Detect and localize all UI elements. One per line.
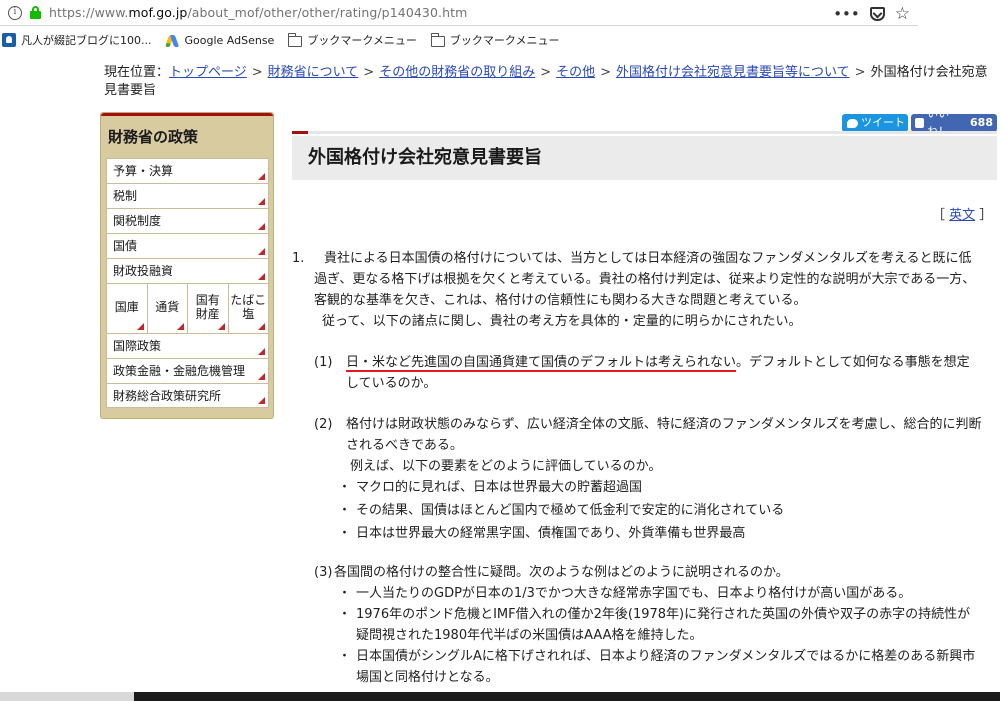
breadcrumb-top[interactable]: トップページ	[169, 65, 247, 80]
url-text[interactable]: https://www.mof.go.jp/about_mof/other/ot…	[49, 5, 467, 20]
arrow-icon	[177, 323, 184, 330]
sidebar-item-tax[interactable]: 税制	[106, 183, 269, 208]
list-item: ・ 1976年のポンド危機とIMF借入れの僅か2年後(1978年)に発行された英国…	[338, 607, 971, 643]
english-version: ［ 英文 ］	[932, 208, 993, 223]
arrow-icon	[258, 373, 265, 380]
sidebar-grid: 国庫 通貨 国有 財産 たばこ 塩	[106, 283, 269, 333]
question-2: (2) 格付けは財政状態のみならず、広い経済全体の文脈、特に経済のファンダメンタ…	[314, 417, 982, 453]
arrow-icon	[258, 173, 265, 180]
taskbar	[0, 692, 1000, 701]
page-actions-menu-icon[interactable]: •••	[833, 5, 860, 23]
arrow-icon	[217, 323, 225, 330]
question-2-example: 例えば、以下の要素をどのように評価しているのか。	[350, 459, 662, 474]
facebook-like-button[interactable]: いいね！688	[911, 107, 997, 138]
arrow-icon	[258, 348, 265, 355]
bookmark-star-icon[interactable]: ☆	[895, 4, 910, 24]
bookmarks-toolbar: 凡人が綴記ブログに100... Google AdSense ブックマークメニュ…	[0, 28, 1000, 52]
highlighted-text: 日・米など先進国の自国通貨建て国債のデフォルトは考えられない	[346, 355, 737, 372]
sidebar-item-research-institute[interactable]: 財務総合政策研究所	[106, 383, 269, 408]
arrow-icon	[258, 273, 265, 280]
question-1: (1) 日・米など先進国の自国通貨建て国債のデフォルトは考えられない。デフォルト…	[314, 355, 970, 391]
arrow-icon	[258, 248, 265, 255]
english-link[interactable]: 英文	[949, 208, 975, 223]
bookmark-blog[interactable]: 凡人が綴記ブログに100...	[2, 32, 152, 48]
pocket-icon[interactable]	[869, 7, 885, 21]
breadcrumb: 現在位置：トップページ > 財務省について > その他の財務省の取り組み > その他 > 外国格…	[104, 65, 988, 98]
arrow-icon	[258, 397, 265, 404]
bookmark-folder-2[interactable]: ブックマークメニュー	[430, 32, 559, 48]
page-title: 外国格付け会社宛意見書要旨	[308, 147, 542, 168]
sidebar-item-budget[interactable]: 予算・決算	[106, 158, 269, 183]
arrow-icon	[258, 198, 265, 205]
article-body: 1. 貴社による日本国債の格付けについては、当方としては日本経済の強固なファンダ…	[292, 248, 982, 688]
question-3: (3) 各国間の格付けの整合性に疑問。次のような例はどのように説明されるのか。	[314, 565, 789, 580]
like-count: 688	[970, 116, 993, 129]
address-bar[interactable]: i https://www.mof.go.jp/about_mof/other/…	[0, 0, 918, 26]
sidebar-item-tobacco-salt[interactable]: たばこ 塩	[229, 284, 269, 333]
breadcrumb-about[interactable]: 財務省について	[268, 65, 359, 80]
arrow-icon	[136, 323, 144, 330]
sidebar-item-currency[interactable]: 通貨	[148, 284, 188, 333]
adsense-favicon-icon	[164, 33, 180, 47]
sidebar-item-treasury[interactable]: 国庫	[107, 284, 148, 333]
sidebar-item-customs[interactable]: 関税制度	[106, 208, 269, 233]
policy-sidebar: 財務省の政策 予算・決算 税制 関税制度 国債 財政投融資 国庫 通貨 国有 財…	[100, 112, 274, 419]
twitter-bird-icon	[847, 118, 858, 128]
sidebar-title: 財務省の政策	[108, 128, 199, 146]
bookmark-folder-1[interactable]: ブックマークメニュー	[288, 32, 417, 48]
page-heading-box: 外国格付け会社宛意見書要旨	[292, 136, 997, 180]
bookmark-adsense[interactable]: Google AdSense	[164, 33, 274, 47]
folder-icon	[430, 32, 445, 47]
breadcrumb-other-initiatives[interactable]: その他の財務省の取り組み	[379, 65, 535, 80]
info-icon[interactable]: i	[8, 5, 22, 20]
blog-favicon-icon	[2, 33, 16, 47]
list-item: ・その結果、国債はほとんど国内で極めて低金利で安定的に消化されている	[338, 503, 785, 518]
breadcrumb-other[interactable]: その他	[556, 65, 595, 80]
sidebar-item-filp[interactable]: 財政投融資	[106, 258, 269, 283]
list-item: ・一人当たりのGDPが日本の1/3でかつ大きな経常赤字国でも、日本より格付けが高…	[338, 586, 912, 601]
list-item: ・日本は世界最大の経常黒字国、債権国であり、外貨準備も世界最高	[338, 526, 746, 541]
arrow-icon	[258, 323, 265, 330]
sidebar-item-national-property[interactable]: 国有 財産	[188, 284, 229, 333]
arrow-icon	[258, 223, 265, 230]
paragraph-1-followup: 従って、以下の諸点に関し、貴社の考え方を具体的・定量的に明らかにされたい。	[322, 314, 802, 329]
thumbs-up-icon	[915, 118, 925, 128]
paragraph-1: 1. 貴社による日本国債の格付けについては、当方としては日本経済の強固なファンダ…	[292, 251, 976, 308]
heading-top-rule	[292, 131, 997, 134]
list-item: ・マクロ的に見れば、日本は世界最大の貯蓄超過国	[338, 480, 643, 495]
sidebar-item-financial-crisis[interactable]: 政策金融・金融危機管理	[106, 358, 269, 383]
sidebar-item-international[interactable]: 国際政策	[106, 333, 269, 358]
breadcrumb-rating-opinions[interactable]: 外国格付け会社宛意見書要旨等について	[616, 65, 850, 80]
tweet-button[interactable]: ツイート	[842, 114, 908, 132]
lock-icon[interactable]	[30, 6, 41, 19]
list-item: ・日本国債がシングルAに格下げされれば、日本より経済のファンダメンタルズではるか…	[338, 649, 976, 685]
sidebar-item-jgb[interactable]: 国債	[106, 233, 269, 258]
folder-icon	[288, 32, 303, 47]
